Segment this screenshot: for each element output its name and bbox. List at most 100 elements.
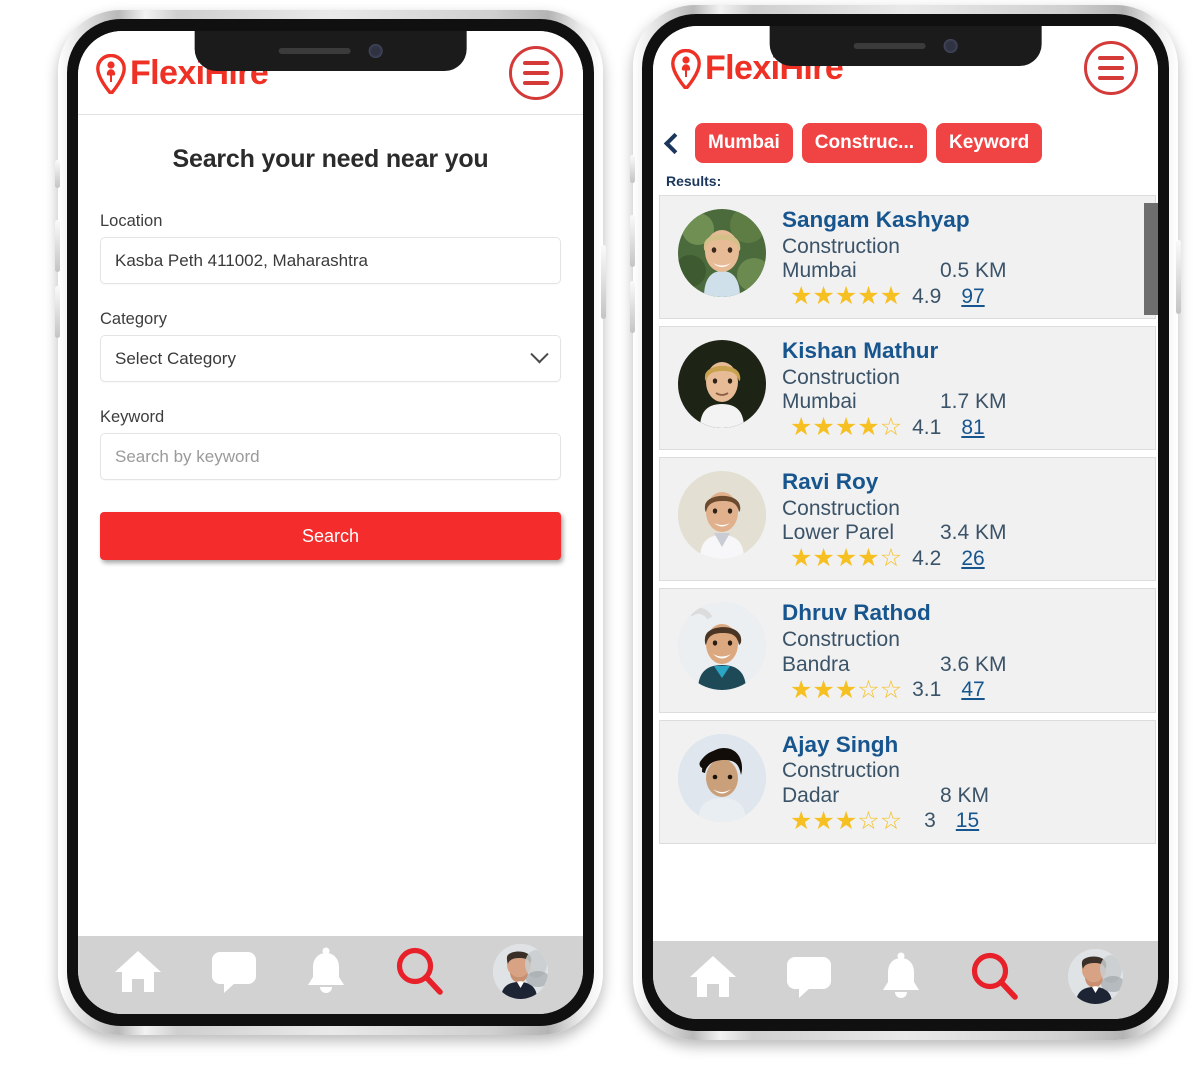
- star-icon: ★: [834, 544, 858, 573]
- bottom-nav-1: [78, 936, 583, 1014]
- filter-chip-keyword[interactable]: Keyword: [936, 123, 1043, 163]
- avatar: [678, 602, 766, 691]
- rating-stars: ★ ★ ★ ★ ☆: [790, 415, 902, 440]
- provider-city: Lower Parel: [782, 521, 895, 545]
- star-icon: ★: [812, 544, 835, 573]
- location-input[interactable]: Kasba Peth 411002, Maharashtra: [100, 237, 561, 284]
- star-icon: ★: [857, 413, 880, 442]
- result-card[interactable]: Kishan Mathur Construction Mumbai 1.7 KM…: [659, 326, 1156, 451]
- star-icon: ☆: [879, 675, 903, 704]
- provider-city: Bandra: [782, 652, 850, 676]
- nav-notifications-button[interactable]: [304, 947, 348, 995]
- provider-name[interactable]: Sangam Kashyap: [782, 207, 1145, 234]
- rating-value: 4.9: [912, 284, 942, 308]
- avatar: [678, 733, 766, 822]
- nav-chat-button[interactable]: [210, 948, 258, 994]
- result-card[interactable]: Sangam Kashyap Construction Mumbai 0.5 K…: [659, 195, 1156, 320]
- results-list[interactable]: Sangam Kashyap Construction Mumbai 0.5 K…: [653, 195, 1158, 941]
- chevron-down-icon: [530, 345, 549, 364]
- keyword-input[interactable]: Search by keyword: [100, 433, 561, 480]
- avatar: [678, 340, 766, 429]
- phone-notch: [769, 26, 1042, 66]
- provider-name[interactable]: Ajay Singh: [782, 732, 1145, 759]
- nav-search-button[interactable]: [969, 950, 1021, 1002]
- page-title: Search your need near you: [172, 145, 489, 173]
- star-icon: ☆: [879, 806, 903, 835]
- hamburger-menu-icon[interactable]: [509, 45, 563, 100]
- front-camera-icon: [943, 39, 958, 53]
- provider-distance: 8 KM: [940, 783, 990, 807]
- phone-1-frame: FlexiHire Search your need near you Loca…: [55, 10, 606, 1035]
- front-camera-icon: [368, 44, 383, 58]
- result-card[interactable]: Ajay Singh Construction Dadar 8 KM ★ ★ ★ ☆ ☆…: [659, 719, 1156, 844]
- star-icon: ★: [790, 544, 813, 573]
- star-icon: ☆: [857, 675, 880, 704]
- category-select-value: Select Category: [115, 348, 236, 368]
- search-button[interactable]: Search: [100, 512, 561, 560]
- nav-profile-button[interactable]: [492, 943, 548, 999]
- rating-value: 3.1: [912, 678, 942, 702]
- provider-name[interactable]: Kishan Mathur: [782, 338, 1145, 365]
- phone-1-bezel: FlexiHire Search your need near you Loca…: [67, 19, 594, 1026]
- phone-notch: [194, 31, 467, 71]
- result-info: Ajay Singh Construction Dadar 8 KM ★ ★ ★ ☆ ☆…: [782, 730, 1145, 834]
- provider-category: Construction: [782, 759, 900, 783]
- filter-chip-location[interactable]: Mumbai: [695, 123, 793, 163]
- profile-avatar-icon: [492, 943, 548, 999]
- category-label: Category: [100, 310, 167, 328]
- nav-profile-button[interactable]: [1067, 948, 1123, 1004]
- review-count[interactable]: 26: [961, 547, 984, 571]
- hamburger-menu-icon[interactable]: [1084, 41, 1138, 95]
- nav-chat-button[interactable]: [785, 953, 833, 999]
- star-icon: ★: [790, 675, 813, 704]
- back-chevron-icon[interactable]: [663, 132, 686, 154]
- review-count[interactable]: 97: [961, 285, 984, 309]
- result-card[interactable]: Dhruv Rathod Construction Bandra 3.6 KM …: [659, 588, 1156, 713]
- screenshot-stage: FlexiHire Search your need near you Loca…: [0, 0, 1204, 1080]
- rating-value: 3: [924, 809, 936, 833]
- nav-home-button[interactable]: [113, 948, 163, 994]
- result-card[interactable]: Ravi Roy Construction Lower Parel 3.4 KM…: [659, 457, 1156, 582]
- nav-home-button[interactable]: [688, 953, 738, 999]
- nav-notifications-button[interactable]: [879, 952, 923, 1000]
- rating-value: 4.1: [912, 415, 942, 439]
- provider-name[interactable]: Ravi Roy: [782, 469, 1145, 496]
- results-scrollbar[interactable]: [1144, 195, 1158, 941]
- scrollbar-thumb[interactable]: [1144, 203, 1158, 315]
- provider-name[interactable]: Dhruv Rathod: [782, 600, 1145, 627]
- search-form: Search your need near you Location Kasba…: [78, 115, 583, 936]
- location-label: Location: [100, 212, 163, 230]
- star-icon: ★: [812, 413, 835, 442]
- provider-city: Mumbai: [782, 390, 857, 414]
- provider-city: Mumbai: [782, 259, 857, 283]
- provider-category: Construction: [782, 628, 900, 652]
- bottom-nav-2: [653, 941, 1158, 1019]
- earpiece-speaker: [853, 43, 926, 49]
- result-info: Ravi Roy Construction Lower Parel 3.4 KM…: [782, 467, 1145, 571]
- star-icon: ★: [812, 675, 835, 704]
- result-info: Dhruv Rathod Construction Bandra 3.6 KM …: [782, 598, 1145, 702]
- star-icon: ☆: [879, 413, 903, 442]
- filter-bar: Mumbai Construc... Keyword: [653, 110, 1158, 167]
- star-icon: ★: [812, 282, 835, 311]
- nav-search-button[interactable]: [394, 945, 446, 997]
- rating-stars: ★ ★ ★ ★ ★: [790, 284, 902, 309]
- filter-chip-category[interactable]: Construc...: [801, 123, 928, 163]
- star-icon: ★: [834, 806, 858, 835]
- rating-stars: ★ ★ ★ ☆ ☆: [790, 806, 903, 835]
- review-count[interactable]: 47: [961, 678, 984, 702]
- rating-stars: ★ ★ ★ ★ ☆: [790, 546, 902, 571]
- result-info: Sangam Kashyap Construction Mumbai 0.5 K…: [782, 205, 1145, 309]
- provider-city: Dadar: [782, 783, 840, 807]
- review-count[interactable]: 81: [961, 416, 984, 440]
- star-icon: ★: [790, 413, 813, 442]
- star-icon: ★: [790, 806, 813, 835]
- provider-distance: 0.5 KM: [940, 259, 1007, 283]
- review-count[interactable]: 15: [956, 809, 979, 833]
- category-select[interactable]: Select Category: [100, 335, 561, 382]
- keyword-label: Keyword: [100, 408, 165, 426]
- earpiece-speaker: [278, 48, 351, 54]
- results-label: Results:: [653, 167, 1158, 195]
- star-icon: ★: [857, 282, 880, 311]
- rating-value: 4.2: [912, 546, 942, 570]
